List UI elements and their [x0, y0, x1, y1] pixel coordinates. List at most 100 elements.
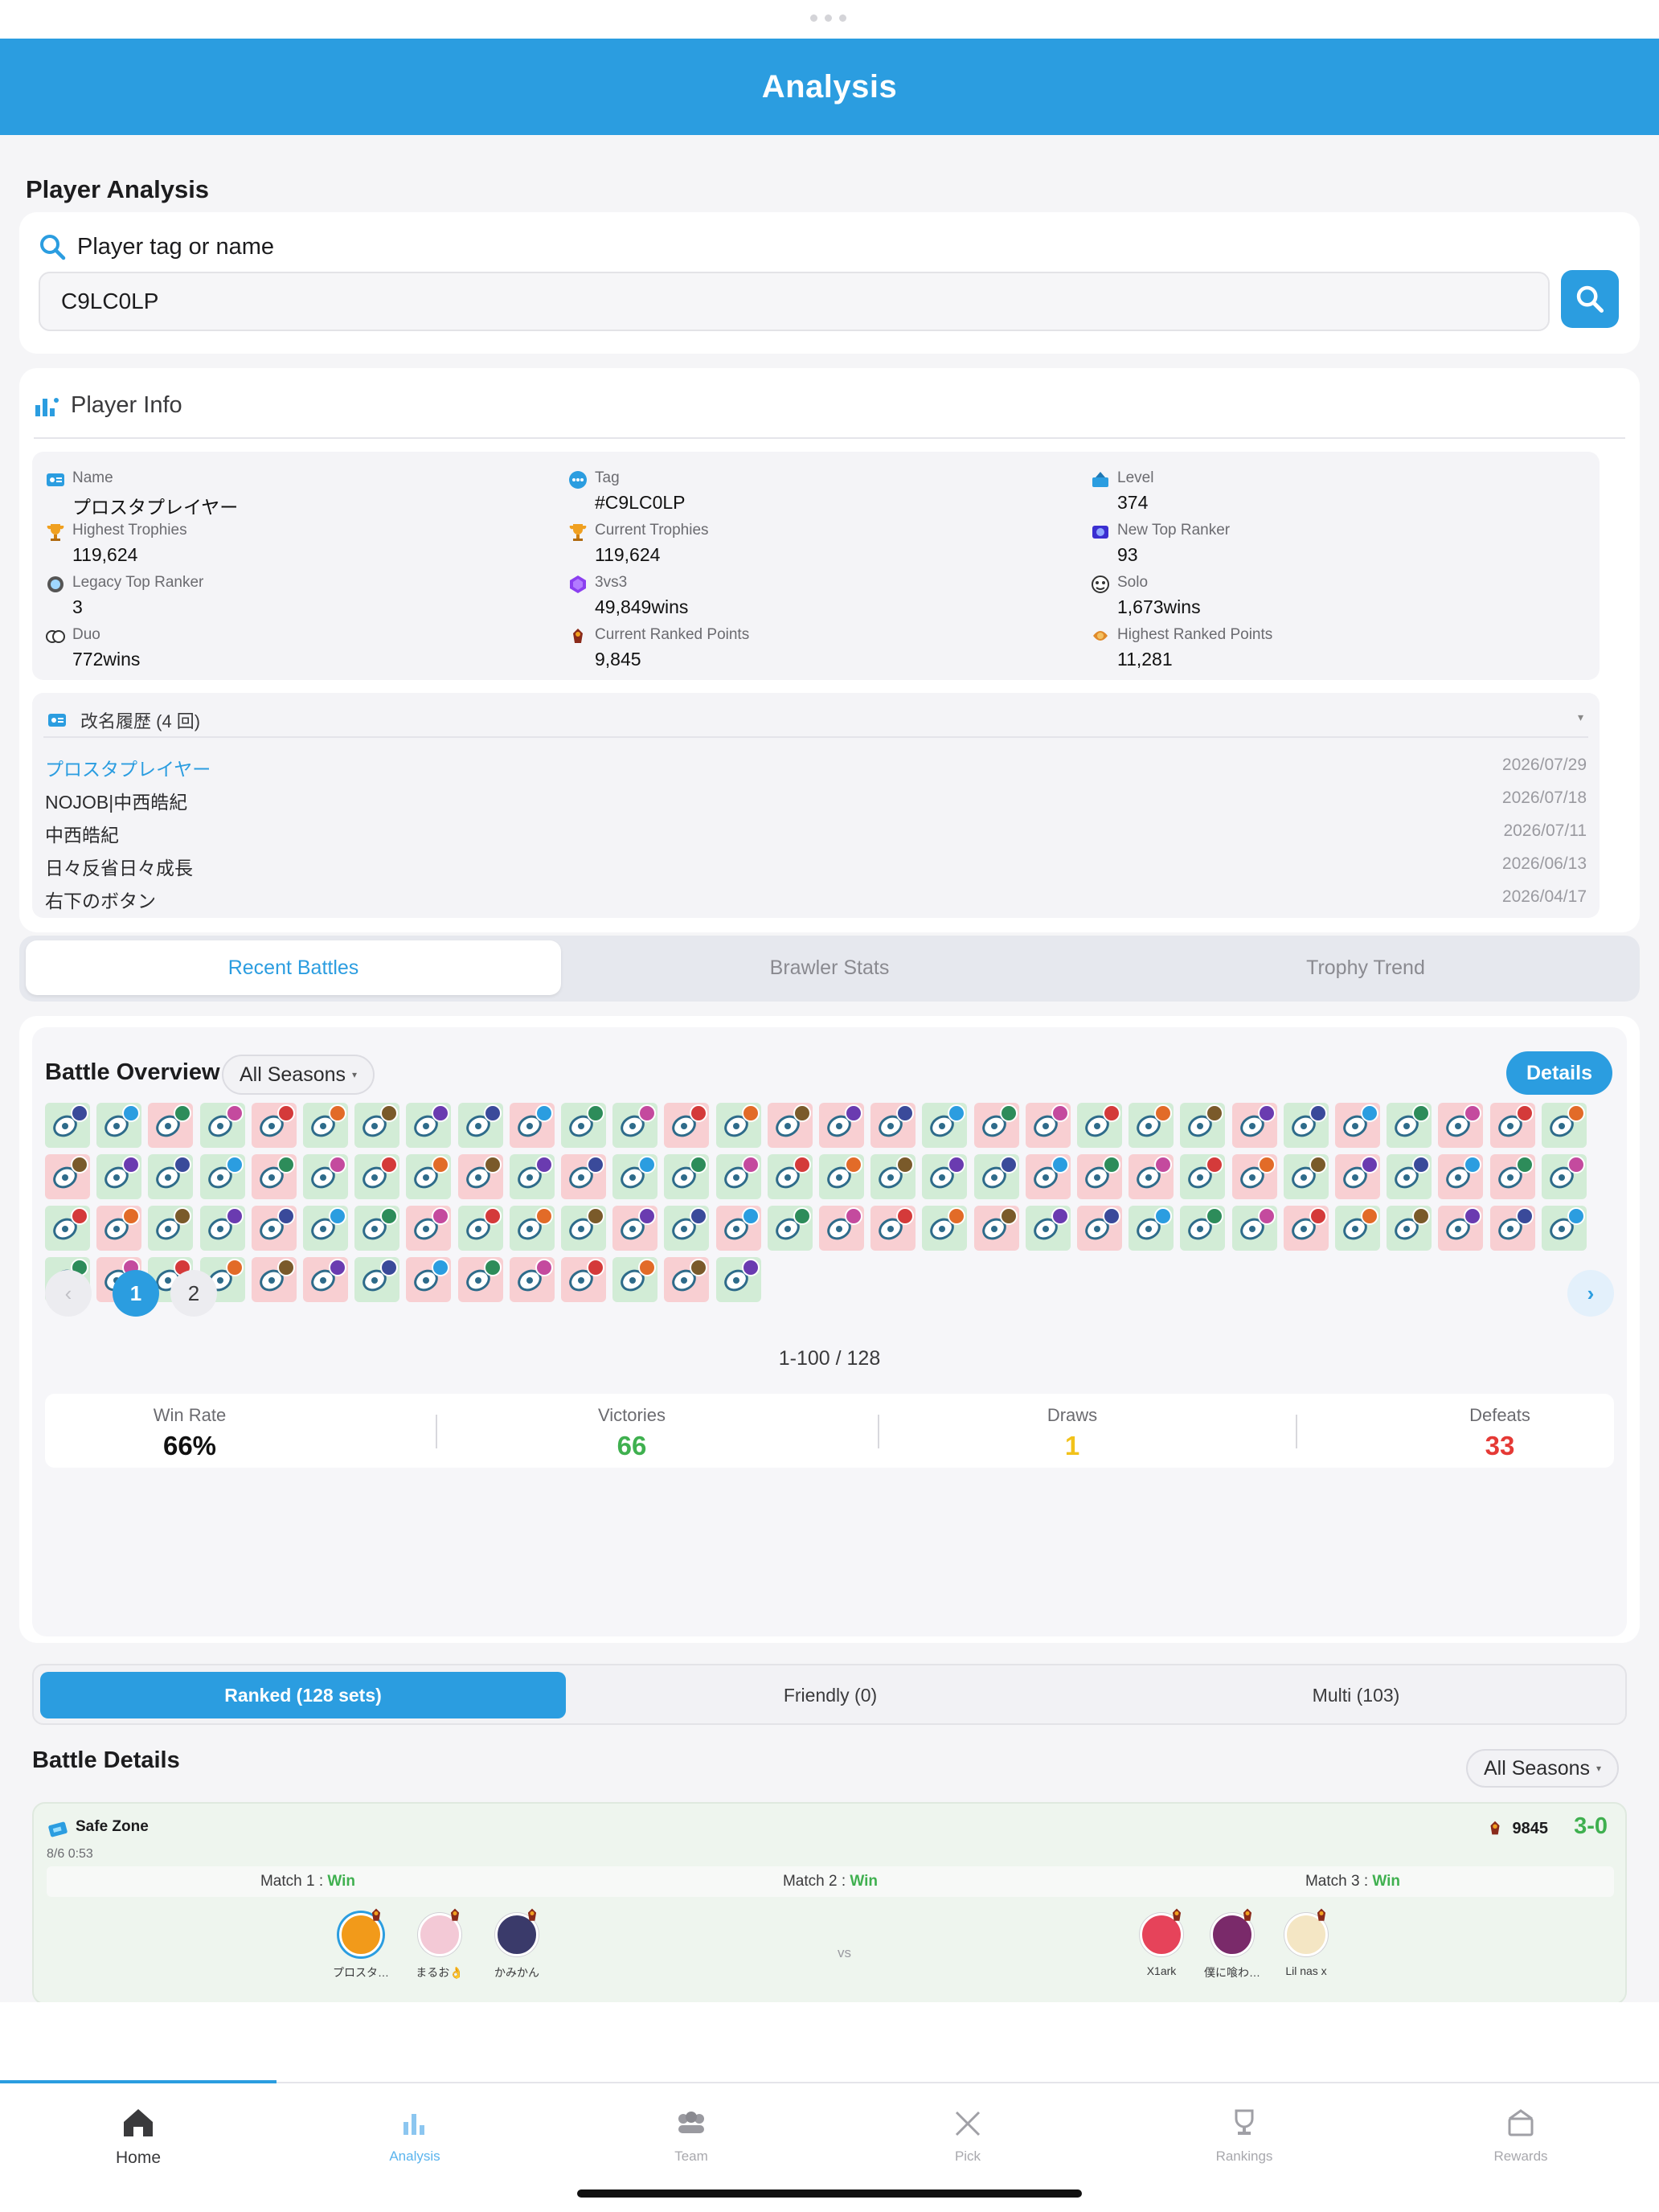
battle-result-cell[interactable]	[612, 1206, 658, 1251]
battle-result-cell[interactable]	[1231, 1103, 1277, 1148]
battle-result-cell[interactable]	[715, 1103, 761, 1148]
rename-history[interactable]: 改名履歴 (4 回) ▾ プロスタプレイヤー 2026/07/29 NOJOB|中西…	[32, 693, 1600, 918]
battle-result-cell[interactable]	[819, 1206, 864, 1251]
battle-result-cell[interactable]	[870, 1154, 916, 1199]
team-player[interactable]: まるお👌	[403, 1908, 476, 1990]
battle-result-cell[interactable]	[1489, 1206, 1535, 1251]
battle-result-cell[interactable]	[1387, 1154, 1432, 1199]
nav-item-team[interactable]: Team	[553, 2104, 830, 2165]
tab-trophy-trend[interactable]: Trophy Trend	[1098, 940, 1633, 995]
battle-result-cell[interactable]	[612, 1154, 658, 1199]
battle-result-cell[interactable]	[509, 1103, 555, 1148]
tab-recent-battles[interactable]: Recent Battles	[26, 940, 561, 995]
battle-result-cell[interactable]	[1489, 1154, 1535, 1199]
battle-result-cell[interactable]	[509, 1206, 555, 1251]
battle-result-cell[interactable]	[715, 1154, 761, 1199]
battle-result-cell[interactable]	[664, 1103, 710, 1148]
battle-result-cell[interactable]	[406, 1206, 452, 1251]
battle-result-cell[interactable]	[1335, 1103, 1380, 1148]
battle-result-cell[interactable]	[922, 1206, 968, 1251]
nav-item-pick[interactable]: Pick	[830, 2104, 1106, 2165]
battle-result-cell[interactable]	[457, 1103, 503, 1148]
battle-result-cell[interactable]	[767, 1206, 813, 1251]
segment-multi[interactable]: Multi (103)	[1093, 1672, 1619, 1718]
battle-result-cell[interactable]	[1180, 1103, 1226, 1148]
battle-result-cell[interactable]	[1283, 1103, 1329, 1148]
prev-page-button[interactable]: ‹	[45, 1270, 92, 1317]
battle-result-cell[interactable]	[1438, 1206, 1484, 1251]
battle-result-cell[interactable]	[922, 1103, 968, 1148]
search-input[interactable]: C9LC0LP	[39, 272, 1550, 331]
tab-brawler-stats[interactable]: Brawler Stats	[562, 940, 1097, 995]
battle-result-cell[interactable]	[715, 1206, 761, 1251]
team-player[interactable]: かみかん	[481, 1908, 553, 1990]
battle-result-cell[interactable]	[1129, 1154, 1174, 1199]
battle-result-cell[interactable]	[664, 1154, 710, 1199]
battle-result-cell[interactable]	[973, 1206, 1019, 1251]
battle-result-cell[interactable]	[509, 1154, 555, 1199]
battle-result-cell[interactable]	[251, 1154, 297, 1199]
battle-result-cell[interactable]	[1387, 1103, 1432, 1148]
battle-result-cell[interactable]	[251, 1103, 297, 1148]
battle-result-cell[interactable]	[1335, 1206, 1380, 1251]
battle-result-cell[interactable]	[973, 1154, 1019, 1199]
battle-result-cell[interactable]	[354, 1154, 400, 1199]
page-button-2[interactable]: 2	[170, 1270, 217, 1317]
battle-result-cell[interactable]	[1025, 1103, 1071, 1148]
enemy-player[interactable]: X1ark	[1125, 1908, 1198, 1990]
battle-result-cell[interactable]	[1025, 1154, 1071, 1199]
battle-result-cell[interactable]	[1541, 1154, 1587, 1199]
search-button[interactable]	[1561, 270, 1619, 328]
season-filter[interactable]: All Seasons ▾	[222, 1055, 375, 1095]
battle-result-cell[interactable]	[354, 1103, 400, 1148]
battle-result-cell[interactable]	[303, 1206, 348, 1251]
rename-history-header[interactable]: 改名履歴 (4 回)	[47, 707, 200, 733]
battle-result-cell[interactable]	[457, 1154, 503, 1199]
battle-result-cell[interactable]	[1283, 1206, 1329, 1251]
battle-result-cell[interactable]	[1077, 1103, 1122, 1148]
battle-result-cell[interactable]	[870, 1206, 916, 1251]
battle-result-cell[interactable]	[45, 1103, 90, 1148]
battle-result-cell[interactable]	[303, 1103, 348, 1148]
chevron-down-icon[interactable]: ▾	[1578, 711, 1583, 724]
battle-result-cell[interactable]	[1541, 1206, 1587, 1251]
battle-result-cell[interactable]	[457, 1206, 503, 1251]
battle-result-cell[interactable]	[199, 1154, 245, 1199]
battle-result-cell[interactable]	[767, 1154, 813, 1199]
battle-result-cell[interactable]	[1180, 1154, 1226, 1199]
segment-ranked[interactable]: Ranked (128 sets)	[40, 1672, 566, 1718]
battle-result-cell[interactable]	[1335, 1154, 1380, 1199]
battle-result-cell[interactable]	[819, 1103, 864, 1148]
battle-result-cell[interactable]	[561, 1103, 606, 1148]
battle-result-cell[interactable]	[199, 1206, 245, 1251]
battle-result-cell[interactable]	[561, 1154, 606, 1199]
battle-result-cell[interactable]	[1541, 1103, 1587, 1148]
battle-result-cell[interactable]	[96, 1154, 142, 1199]
battle-result-cell[interactable]	[1077, 1206, 1122, 1251]
battle-result-cell[interactable]	[148, 1206, 194, 1251]
nav-item-analysis[interactable]: Analysis	[276, 2104, 553, 2165]
battle-result-cell[interactable]	[561, 1206, 606, 1251]
battle-result-cell[interactable]	[1387, 1206, 1432, 1251]
battle-result-cell[interactable]	[612, 1103, 658, 1148]
battle-result-cell[interactable]	[148, 1103, 194, 1148]
battle-result-cell[interactable]	[1489, 1103, 1535, 1148]
battle-result-cell[interactable]	[1231, 1206, 1277, 1251]
battle-result-cell[interactable]	[870, 1103, 916, 1148]
battle-result-cell[interactable]	[664, 1206, 710, 1251]
nav-item-rankings[interactable]: Rankings	[1106, 2104, 1382, 2165]
team-player[interactable]: プロスタ…	[325, 1908, 397, 1990]
battle-result-cell[interactable]	[45, 1154, 90, 1199]
battle-result-cell[interactable]	[1283, 1154, 1329, 1199]
battle-result-cell[interactable]	[922, 1154, 968, 1199]
battle-result-cell[interactable]	[303, 1154, 348, 1199]
battle-result-cell[interactable]	[1025, 1206, 1071, 1251]
details-button[interactable]: Details	[1506, 1051, 1612, 1095]
battle-result-cell[interactable]	[1231, 1154, 1277, 1199]
battle-result-cell[interactable]	[148, 1154, 194, 1199]
details-season-filter[interactable]: All Seasons ▾	[1466, 1749, 1620, 1788]
battle-result-cell[interactable]	[767, 1103, 813, 1148]
battle-result-cell[interactable]	[1129, 1103, 1174, 1148]
battle-result-cell[interactable]	[406, 1154, 452, 1199]
enemy-player[interactable]: Lil nas x	[1270, 1908, 1342, 1990]
